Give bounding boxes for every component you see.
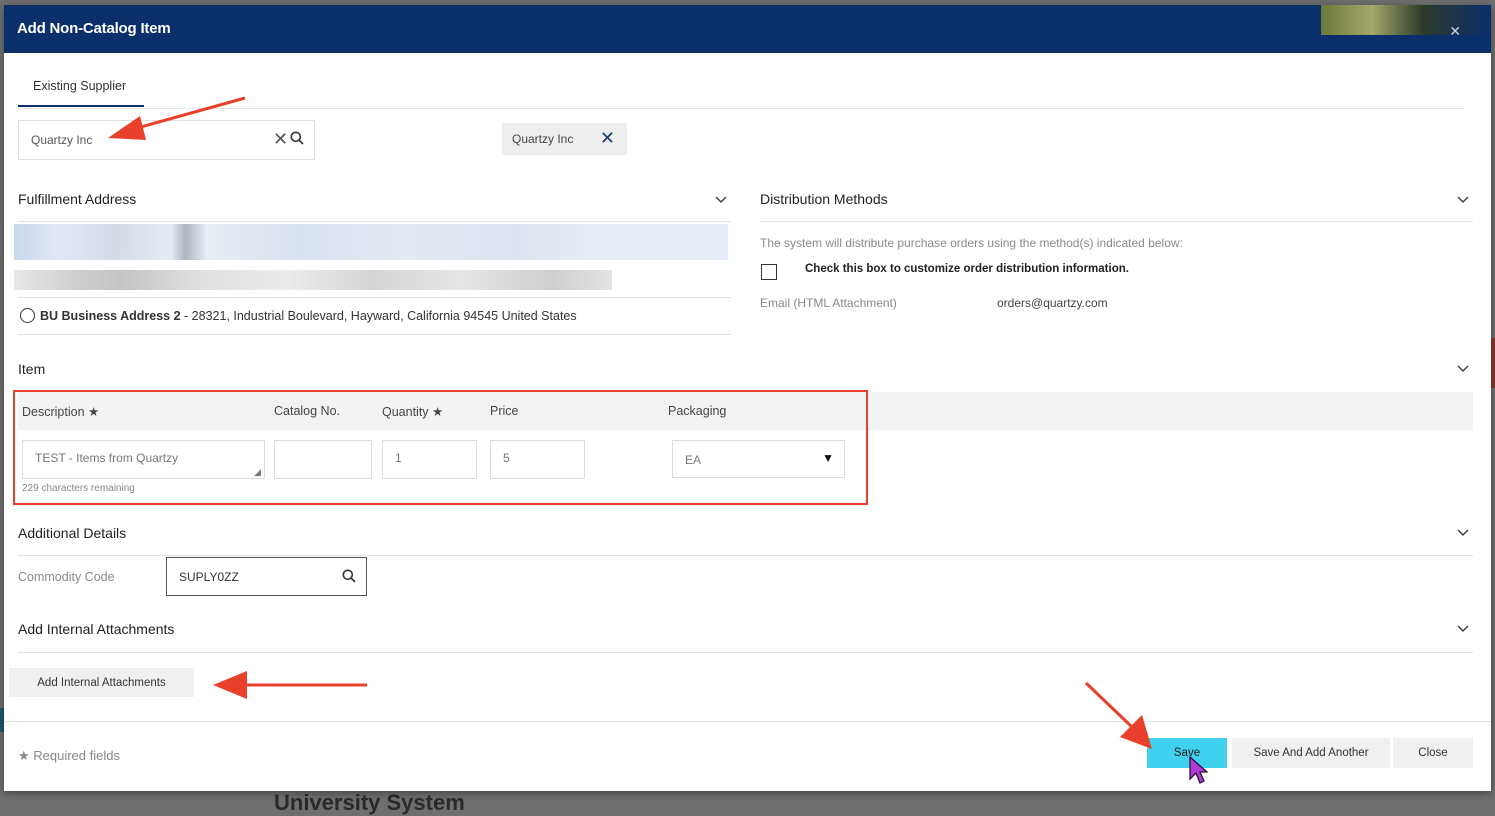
additional-details-title: Additional Details (18, 525, 127, 541)
mouse-cursor-icon (1189, 755, 1208, 784)
customize-distribution-label: Check this box to customize order distri… (805, 263, 1129, 275)
close-button[interactable]: Close (1393, 738, 1473, 768)
redacted-address-detail (14, 270, 612, 290)
divider (18, 334, 731, 335)
address-option-detail: - 28321, Industrial Boulevard, Hayward, … (180, 309, 577, 323)
catalog-no-input[interactable] (274, 440, 372, 479)
close-icon[interactable]: ✕ (1449, 23, 1461, 40)
divider (18, 297, 731, 298)
commodity-code-field[interactable]: SUPLY0ZZ (166, 557, 367, 596)
customize-distribution-checkbox[interactable] (761, 264, 777, 280)
add-non-catalog-item-modal: Add Non-Catalog Item ✕ Existing Supplier… (4, 5, 1491, 791)
selected-supplier-label: Quartzy Inc (512, 132, 574, 146)
clear-icon[interactable]: ✕ (273, 129, 288, 150)
quantity-input[interactable]: 1 (382, 440, 477, 479)
distribution-methods-title: Distribution Methods (760, 191, 888, 207)
address-option[interactable]: BU Business Address 2 - 28321, Industria… (20, 308, 577, 323)
distribution-description: The system will distribute purchase orde… (760, 236, 1183, 250)
supplier-search[interactable]: ✕ (18, 120, 315, 160)
column-header-description: Description ★ (22, 405, 100, 419)
divider (18, 652, 1473, 653)
chevron-down-icon[interactable] (1456, 362, 1470, 376)
column-header-packaging: Packaging (668, 404, 727, 418)
email-method-value: orders@quartzy.com (997, 296, 1108, 310)
modal-header: Add Non-Catalog Item ✕ (4, 5, 1491, 53)
redacted-region (1321, 5, 1491, 35)
dropdown-caret-icon: ▼ (822, 451, 834, 465)
item-table-header (18, 392, 1473, 430)
redacted-address[interactable] (14, 224, 728, 260)
commodity-code-value: SUPLY0ZZ (179, 570, 239, 584)
item-section-title: Item (18, 361, 46, 377)
divider (18, 221, 731, 222)
internal-attachments-title: Add Internal Attachments (18, 621, 175, 637)
column-header-price: Price (490, 404, 519, 418)
background-page-title: University System (274, 790, 465, 815)
fulfillment-address-title: Fulfillment Address (18, 191, 137, 207)
packaging-selected-value: EA (685, 453, 702, 467)
divider (18, 555, 1473, 556)
selected-supplier-chip: Quartzy Inc ✕ (502, 123, 627, 155)
save-button[interactable]: Save (1147, 738, 1227, 768)
remove-chip-icon[interactable]: ✕ (600, 128, 615, 149)
commodity-code-label: Commodity Code (18, 570, 115, 584)
search-icon[interactable] (290, 131, 304, 150)
description-textarea[interactable]: TEST - Items from Quartzy (22, 440, 265, 479)
chevron-down-icon[interactable] (1456, 622, 1470, 636)
price-input[interactable]: 5 (490, 440, 585, 479)
required-fields-note: ★ Required fields (18, 748, 120, 763)
modal-title: Add Non-Catalog Item (17, 20, 171, 37)
search-icon[interactable] (342, 569, 356, 586)
supplier-search-input[interactable] (19, 121, 259, 159)
save-and-add-another-button[interactable]: Save And Add Another (1232, 738, 1390, 768)
divider (760, 221, 1473, 222)
email-method-label: Email (HTML Attachment) (760, 296, 897, 310)
characters-remaining: 229 characters remaining (22, 483, 135, 494)
column-header-catalog-no: Catalog No. (274, 404, 341, 418)
chevron-down-icon[interactable] (1456, 526, 1470, 540)
address-radio[interactable] (20, 308, 35, 323)
tab-divider (18, 108, 1464, 109)
add-internal-attachments-button[interactable]: Add Internal Attachments (9, 668, 194, 697)
address-option-name: BU Business Address 2 (40, 309, 181, 323)
chevron-down-icon[interactable] (714, 193, 728, 207)
footer-divider (4, 721, 1491, 722)
packaging-select[interactable]: EA ▼ (672, 440, 845, 478)
tab-existing-supplier[interactable]: Existing Supplier (18, 67, 144, 107)
chevron-down-icon[interactable] (1456, 193, 1470, 207)
column-header-quantity: Quantity ★ (382, 405, 444, 419)
resize-handle-icon[interactable]: ◢ (254, 467, 261, 478)
